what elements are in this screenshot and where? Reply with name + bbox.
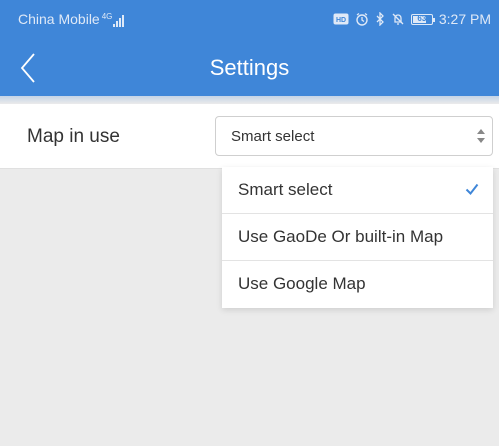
map-select-value: Smart select — [231, 128, 315, 145]
alarm-icon — [356, 12, 368, 26]
option-label: Use GaoDe Or built-in Map — [238, 227, 444, 246]
map-options-dropdown: Smart select Use GaoDe Or built-in Map U… — [222, 167, 493, 308]
header-shadow — [0, 96, 499, 104]
network-type: 4G — [101, 12, 113, 21]
carrier-info: China Mobile 4G — [18, 11, 125, 27]
svg-text:HD: HD — [336, 17, 346, 24]
option-smart-select[interactable]: Smart select — [222, 167, 493, 214]
battery-level: 63 — [417, 13, 427, 23]
check-icon — [465, 183, 479, 196]
bluetooth-icon — [376, 12, 384, 26]
status-icons: HD 63 3:27 PM — [333, 11, 491, 27]
option-label: Smart select — [238, 180, 333, 199]
up-down-arrows-icon — [477, 129, 485, 143]
option-google-map[interactable]: Use Google Map — [222, 261, 493, 308]
option-label: Use Google Map — [238, 274, 366, 293]
battery-icon: 63 — [410, 13, 435, 25]
page-title: Settings — [209, 55, 290, 80]
signal-icon — [113, 15, 125, 27]
map-setting-row: Map in use Smart select — [0, 104, 499, 169]
status-bar: China Mobile 4G HD 63 3:27 PM — [0, 0, 499, 40]
status-time: 3:27 PM — [438, 11, 491, 27]
map-in-use-label: Map in use — [27, 126, 120, 147]
map-select[interactable]: Smart select — [215, 116, 493, 156]
option-gaode-map[interactable]: Use GaoDe Or built-in Map — [222, 214, 493, 261]
hd-icon: HD — [333, 13, 349, 25]
nav-bar: Settings — [0, 40, 499, 96]
carrier-name: China Mobile — [18, 11, 100, 27]
mute-icon — [392, 13, 404, 25]
